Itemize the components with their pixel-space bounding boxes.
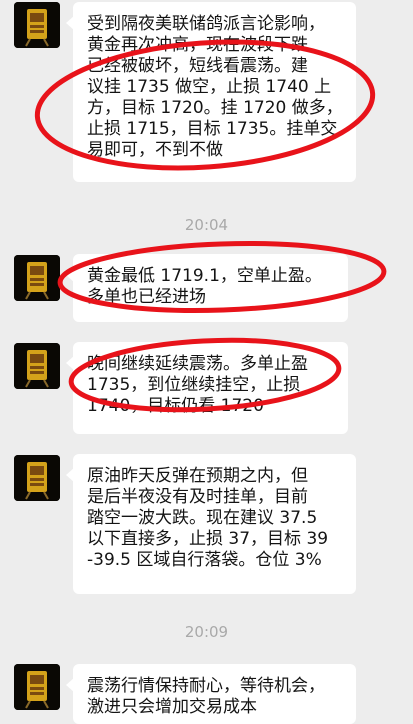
avatar-image (14, 255, 60, 301)
timestamp: 20:09 (184, 623, 229, 641)
avatar[interactable] (14, 343, 60, 389)
message-bubble[interactable]: 受到隔夜美联储鸽派言论影响， 黄金再次冲高，现在波段下跌 已经被破坏，短线看震荡… (66, 2, 356, 182)
avatar[interactable] (14, 255, 60, 301)
message-bubble[interactable]: 黄金最低 1719.1，空单止盈。 多单也已经进场 (66, 254, 348, 322)
avatar-image (14, 343, 60, 389)
avatar[interactable] (14, 2, 60, 48)
avatar-image (14, 455, 60, 501)
avatar[interactable] (14, 455, 60, 501)
message-bubble[interactable]: 晚间继续延续震荡。多单止盈 1735，到位继续挂空，止损 1740，目标仍看 1… (66, 342, 348, 434)
avatar[interactable] (14, 664, 60, 710)
timestamp: 20:04 (184, 216, 229, 234)
message-bubble[interactable]: 原油昨天反弹在预期之内，但 是后半夜没有及时挂单，目前 踏空一波大跌。现在建议 … (66, 454, 356, 594)
avatar-image (14, 2, 60, 48)
avatar-image (14, 664, 60, 710)
message-bubble[interactable]: 震荡行情保持耐心，等待机会， 激进只会增加交易成本 (66, 664, 356, 724)
